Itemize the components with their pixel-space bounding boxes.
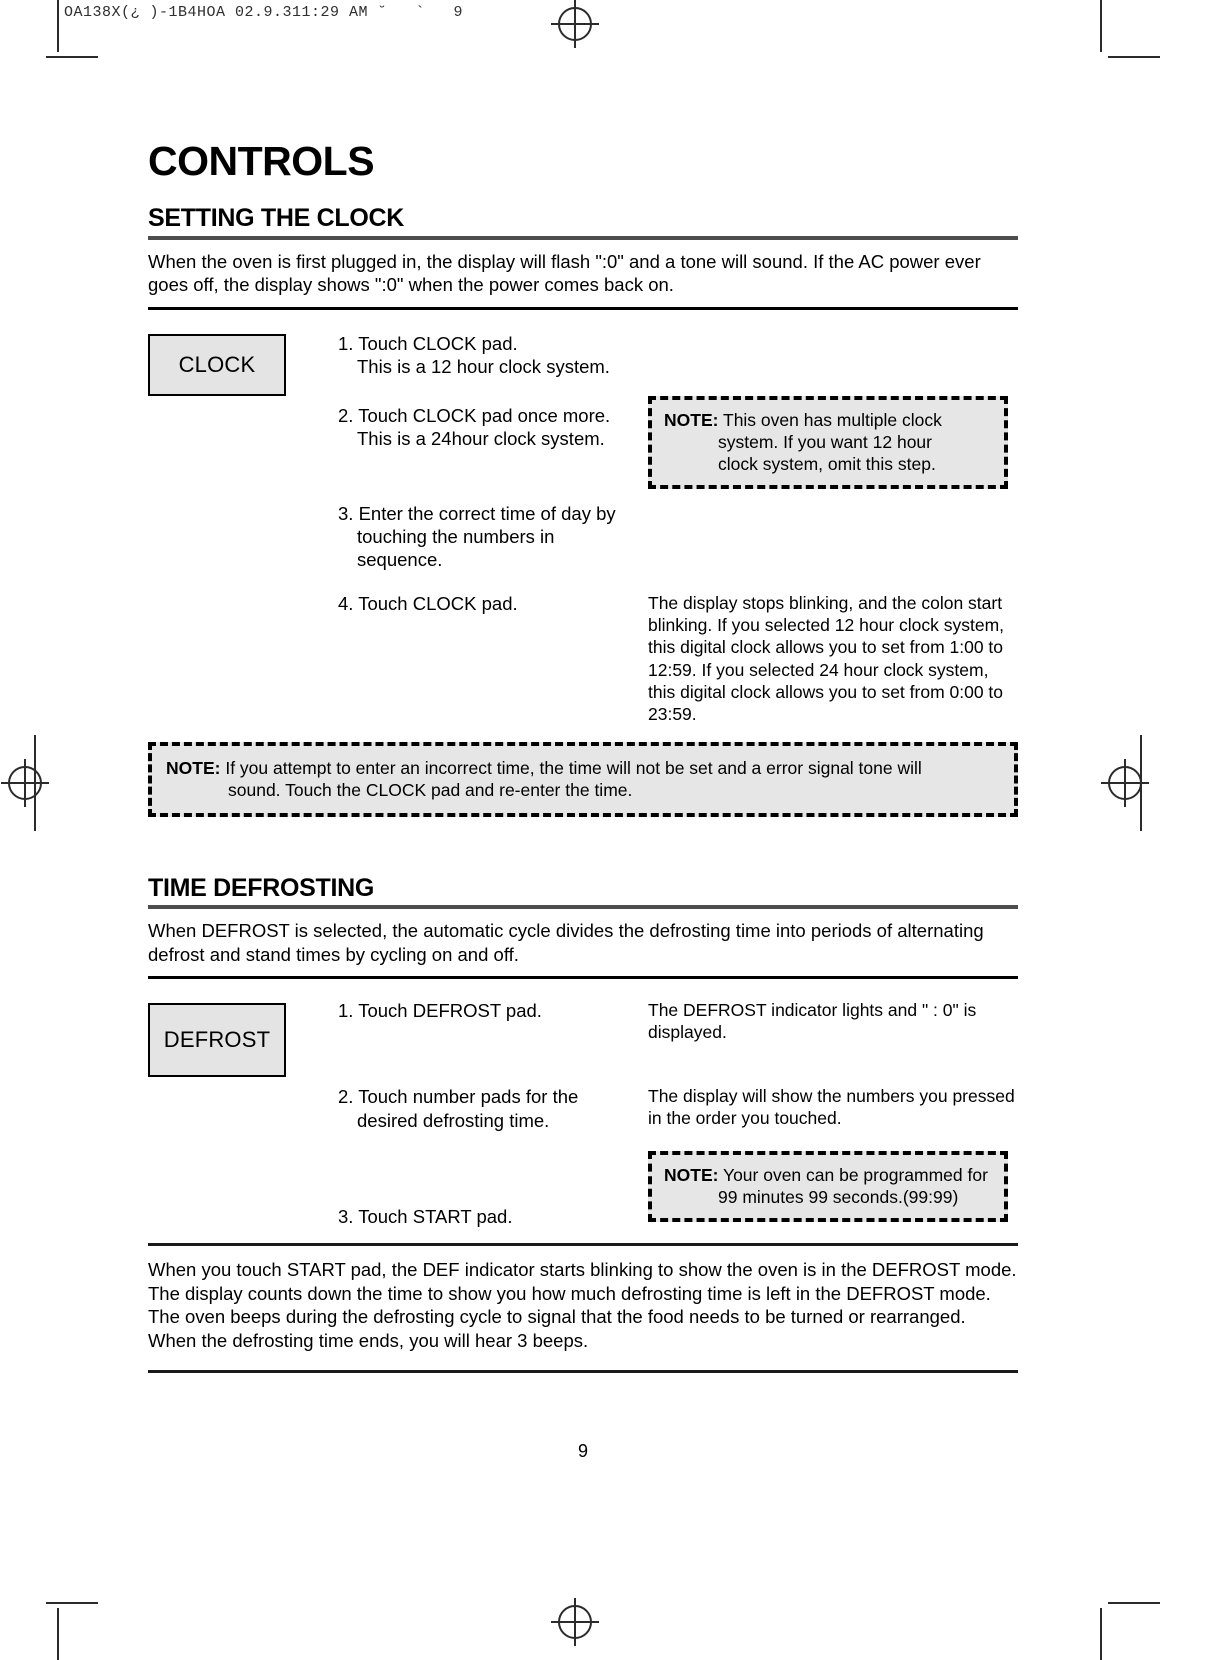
note-incorrect-time-text-1: If you attempt to enter an incorrect tim… xyxy=(225,757,922,778)
note-multiple-clock-line-3: clock system, omit this step. xyxy=(718,453,936,474)
section-heading-setting-the-clock: SETTING THE CLOCK xyxy=(148,204,405,233)
defrost-pad-column: DEFROST xyxy=(148,993,298,1078)
note-99-line-1: NOTE: Your oven can be programmed for xyxy=(664,1164,992,1186)
note-99-line-2: 99 minutes 99 seconds.(99:99) xyxy=(718,1187,959,1208)
crop-mark-top-left-vertical xyxy=(57,0,59,52)
defrost-intro-paragraph: When DEFROST is selected, the automatic … xyxy=(148,920,984,965)
clock-step-4-line-1: 4. Touch CLOCK pad. xyxy=(338,592,518,614)
divider-above-defrost-steps xyxy=(148,976,1018,980)
note-box-99-minutes: NOTE: Your oven can be programmed for 99… xyxy=(648,1151,1008,1223)
defrost-step-2-line-2: desired defrosting time. xyxy=(357,1109,550,1131)
crop-mark-bottom-left-vertical xyxy=(57,1608,59,1660)
page-content: CONTROLS SETTING THE CLOCK When the oven… xyxy=(148,138,1018,1462)
clock-steps-grid: CLOCK 1. Touch CLOCK pad. This is a 12 h… xyxy=(148,324,1018,734)
defrost-step-1-response: The DEFROST indicator lights and " : 0" … xyxy=(648,1000,977,1043)
clock-step-1: 1. Touch CLOCK pad. This is a 12 hour cl… xyxy=(338,332,638,379)
defrost-step-2-line-1: 2. Touch number pads for the xyxy=(338,1086,579,1108)
clock-step-2-line-1: 2. Touch CLOCK pad once more. xyxy=(338,404,611,426)
note-label: NOTE: xyxy=(664,1165,719,1186)
clock-step-3-line-1: 3. Enter the correct time of day by xyxy=(338,502,616,524)
note-multiple-clock-line-2: system. If you want 12 hour xyxy=(718,431,932,452)
divider-under-clock-heading xyxy=(148,235,1018,240)
divider-under-defrost-heading xyxy=(148,905,1018,910)
registration-target-right xyxy=(1101,759,1149,807)
note-label: NOTE: xyxy=(166,757,221,778)
crop-mark-bottom-left-horizontal xyxy=(46,1602,98,1604)
defrost-step-2-response: The display will show the numbers you pr… xyxy=(648,1086,1015,1129)
defrost-pad-button[interactable]: DEFROST xyxy=(148,1003,286,1078)
clock-step-4: 4. Touch CLOCK pad. xyxy=(338,592,638,615)
crop-mark-top-right-vertical xyxy=(1100,0,1102,52)
note-99-text-1: Your oven can be programmed for xyxy=(723,1165,988,1186)
registration-target-top xyxy=(551,0,599,48)
crop-mark-top-left-horizontal xyxy=(46,56,98,58)
registration-target-bottom xyxy=(551,1598,599,1646)
note-box-incorrect-time: NOTE: If you attempt to enter an incorre… xyxy=(148,741,1018,817)
defrost-step-3-line-1: 3. Touch START pad. xyxy=(338,1206,513,1228)
page-title: CONTROLS xyxy=(148,138,375,184)
note-incorrect-time-line-2: sound. Touch the CLOCK pad and re-enter … xyxy=(228,779,633,800)
defrost-step-1: 1. Touch DEFROST pad. xyxy=(338,999,638,1022)
page-number: 9 xyxy=(577,1441,588,1462)
crop-mark-top-right-horizontal xyxy=(1108,56,1160,58)
section-heading-time-defrosting: TIME DEFROSTING xyxy=(148,873,375,902)
crop-mark-bottom-right-vertical xyxy=(1100,1608,1102,1660)
defrost-step-2: 2. Touch number pads for the desired def… xyxy=(338,1085,638,1132)
divider-below-closing-paragraph xyxy=(148,1370,1018,1374)
clock-step-3-line-2: touching the numbers in xyxy=(357,526,555,547)
clock-step-3-line-3: sequence. xyxy=(357,549,443,571)
crop-mark-bottom-right-horizontal xyxy=(1108,1602,1160,1604)
divider-above-clock-steps xyxy=(148,306,1018,310)
clock-step-2-line-2: This is a 24hour clock system. xyxy=(357,428,605,449)
defrost-closing-paragraph: When you touch START pad, the DEF indica… xyxy=(148,1259,1017,1351)
clock-pad-button[interactable]: CLOCK xyxy=(148,333,286,396)
defrost-steps-grid: DEFROST 1. Touch DEFROST pad. 2. Touch n… xyxy=(148,993,1018,1243)
scan-header-text: OA138X(¿ )-1B4HOA 02.9.311:29 AM ˘ ` 9 xyxy=(64,4,464,21)
clock-intro-paragraph: When the oven is first plugged in, the d… xyxy=(148,250,981,296)
clock-step-2: 2. Touch CLOCK pad once more. This is a … xyxy=(338,404,638,451)
defrost-step-1-line-1: 1. Touch DEFROST pad. xyxy=(338,1000,542,1022)
note-label: NOTE: xyxy=(664,409,719,430)
note-multiple-clock-text-1: This oven has multiple clock xyxy=(723,409,942,430)
note-box-multiple-clock-system: NOTE: This oven has multiple clock syste… xyxy=(648,395,1008,489)
defrost-step-3: 3. Touch START pad. xyxy=(338,1205,638,1228)
clock-step-3: 3. Enter the correct time of day by touc… xyxy=(338,502,638,572)
clock-step-1-line-2: This is a 12 hour clock system. xyxy=(357,356,610,377)
clock-step-4-response: The display stops blinking, and the colo… xyxy=(648,592,1005,725)
clock-pad-column: CLOCK xyxy=(148,324,298,396)
clock-step-1-line-1: 1. Touch CLOCK pad. xyxy=(338,332,518,354)
note-incorrect-time-line-1: NOTE: If you attempt to enter an incorre… xyxy=(166,757,1000,779)
registration-target-left xyxy=(1,759,49,807)
note-multiple-clock-line-1: NOTE: This oven has multiple clock xyxy=(664,409,992,431)
divider-above-closing-paragraph xyxy=(148,1243,1018,1247)
